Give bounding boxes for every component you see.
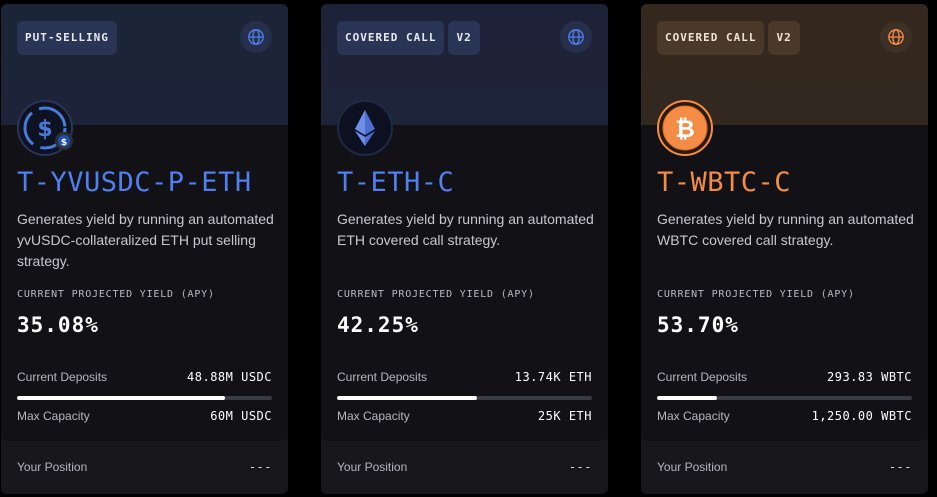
deposits-progress-bar [17,396,272,400]
strategy-tag: COVERED CALL [337,21,445,55]
globe-icon[interactable] [560,21,592,53]
deposits-row: Current Deposits 48.88M USDC [17,370,272,384]
bitcoin-icon: ₿ [657,100,713,156]
deposits-row: Current Deposits 293.83 WBTC [657,370,912,384]
position-value: --- [568,460,592,474]
position-value: --- [248,460,272,474]
yield-label: CURRENT PROJECTED YIELD (APY) [657,289,855,300]
capacity-value: 60M USDC [210,409,272,423]
capacity-value: 1,250.00 WBTC [811,409,912,423]
tag-list: COVERED CALL V2 [657,21,800,55]
position-row: Your Position --- [657,460,912,474]
position-label: Your Position [17,460,88,474]
yield-value: 35.08% [17,313,99,337]
vault-title: T-YVUSDC-P-ETH [17,167,252,198]
vault-card-yvusdc-put[interactable]: PUT-SELLING $ $ T-YVUSDC-P-ETH Generates… [1,4,288,494]
deposits-label: Current Deposits [337,370,428,384]
deposits-progress-bar [657,396,912,400]
deposits-progress-fill [657,396,717,400]
deposits-progress-fill [17,396,225,400]
vault-description: Generates yield by running an automated … [337,211,594,248]
capacity-label: Max Capacity [17,409,90,423]
strategy-tag: PUT-SELLING [17,21,117,55]
strategy-tag: COVERED CALL [657,21,765,55]
position-row: Your Position --- [337,460,592,474]
card-body: COVERED CALL V2 ₿ T-WBTC-C Generates yie… [641,4,928,441]
tag-list: COVERED CALL V2 [337,21,480,55]
tag-list: PUT-SELLING [17,21,117,55]
deposits-progress-bar [337,396,592,400]
vault-cards-container: PUT-SELLING $ $ T-YVUSDC-P-ETH Generates… [0,0,937,497]
deposits-label: Current Deposits [17,370,108,384]
yield-value: 42.25% [337,313,419,337]
capacity-label: Max Capacity [337,409,410,423]
capacity-row: Max Capacity 60M USDC [17,409,272,423]
capacity-label: Max Capacity [657,409,730,423]
vault-title: T-WBTC-C [657,167,792,198]
globe-icon[interactable] [240,21,272,53]
vault-title: T-ETH-C [337,167,455,198]
svg-text:$: $ [37,117,52,142]
deposits-value: 48.88M USDC [187,370,272,384]
vault-description: Generates yield by running an automated … [17,211,274,269]
deposits-value: 13.74K ETH [514,370,592,384]
card-body: COVERED CALL V2 T-ETH-C Generates yield … [321,4,608,441]
yield-label: CURRENT PROJECTED YIELD (APY) [337,289,535,300]
yield-label: CURRENT PROJECTED YIELD (APY) [17,289,215,300]
capacity-row: Max Capacity 1,250.00 WBTC [657,409,912,423]
yield-value: 53.70% [657,313,739,337]
deposits-label: Current Deposits [657,370,748,384]
svg-text:$: $ [61,138,67,148]
vault-description: Generates yield by running an automated … [657,211,914,248]
position-row: Your Position --- [17,460,272,474]
position-label: Your Position [657,460,728,474]
svg-text:₿: ₿ [675,115,695,143]
deposits-progress-fill [337,396,478,400]
version-tag: V2 [768,21,800,55]
card-body: PUT-SELLING $ $ T-YVUSDC-P-ETH Generates… [1,4,288,441]
usdc-coin-icon: $ $ [17,100,73,156]
capacity-row: Max Capacity 25K ETH [337,409,592,423]
capacity-value: 25K ETH [537,409,592,423]
deposits-row: Current Deposits 13.74K ETH [337,370,592,384]
vault-card-eth-call[interactable]: COVERED CALL V2 T-ETH-C Generates yield … [321,4,608,494]
vault-card-wbtc-call[interactable]: COVERED CALL V2 ₿ T-WBTC-C Generates yie… [641,4,928,494]
ethereum-icon [337,100,393,156]
globe-icon[interactable] [880,21,912,53]
position-value: --- [888,460,912,474]
version-tag: V2 [448,21,480,55]
position-label: Your Position [337,460,408,474]
deposits-value: 293.83 WBTC [827,370,912,384]
